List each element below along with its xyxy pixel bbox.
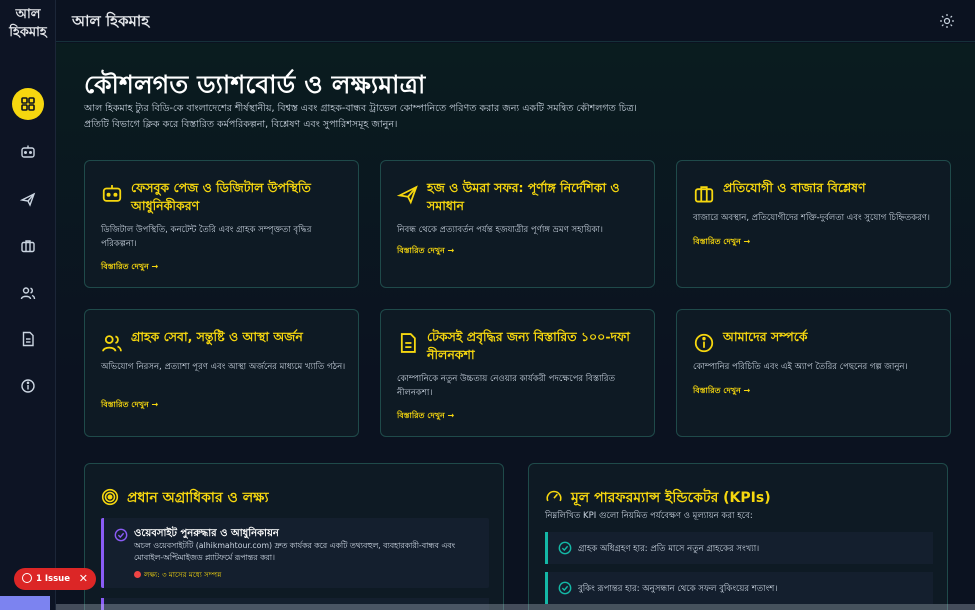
card-title: আমাদের সম্পর্কে	[723, 329, 808, 344]
sidebar: আল হিকমাহ	[0, 0, 56, 610]
details-link[interactable]: বিস্তারিত দেখুন →	[101, 399, 158, 412]
kpi-text: গ্রাহক অধিগ্রহণ হার: প্রতি মাসে নতুন গ্র…	[578, 544, 760, 554]
users-icon	[20, 287, 36, 300]
kpi-item: গ্রাহক অধিগ্রহণ হার: প্রতি মাসে নতুন গ্র…	[545, 532, 933, 564]
card-facebook[interactable]: ফেসবুক পেজ ও ডিজিটাল উপস্থিতি আধুনিকীকরণ…	[84, 160, 359, 288]
alert-icon	[22, 573, 32, 583]
card-description: ডিজিটাল উপস্থিতি, কনটেন্ট তৈরি এবং গ্রাহ…	[101, 225, 312, 249]
card-title: ফেসবুক পেজ ও ডিজিটাল উপস্থিতি আধুনিকীকরণ	[131, 180, 311, 213]
sidebar-item-facebook[interactable]	[12, 136, 44, 168]
card-market[interactable]: প্রতিযোগী ও বাজার বিশ্লেষণ বাজারে অবস্থা…	[676, 160, 951, 288]
users-icon	[102, 335, 122, 352]
kpi-text: বুকিং রূপান্তর হার: অনুসন্ধান থেকে সফল ব…	[578, 584, 778, 594]
card-description: অভিযোগ নিরসন, প্রত্যাশা পূরণ এবং আস্থা অ…	[101, 362, 346, 372]
priority-goal-text: লক্ষ্য: ৩ মাসের মধ্যে সম্পন্ন	[144, 570, 222, 579]
brand-line-2: হিকমাহ	[9, 25, 47, 40]
chat-bot-icon	[21, 145, 35, 158]
info-icon	[21, 379, 35, 393]
dev-toolbar-strip	[0, 596, 50, 610]
gauge-icon	[546, 490, 562, 502]
app-title: আল হিকমাহ	[72, 12, 150, 30]
card-blueprint[interactable]: টেকসই প্রবৃদ্ধির জন্য বিস্তারিত ১০০-দফা …	[380, 309, 655, 437]
card-about[interactable]: আমাদের সম্পর্কে কোম্পানির পরিচিতি এবং এই…	[676, 309, 951, 437]
details-link[interactable]: বিস্তারিত দেখুন →	[693, 236, 750, 249]
card-description: কোম্পানির পরিচিতি এবং এই অ্যাপ তৈরির পেছ…	[693, 362, 908, 372]
card-title: প্রতিযোগী ও বাজার বিশ্লেষণ	[723, 180, 866, 195]
card-hajj[interactable]: হজ ও উমরা সফর: পূর্ণাঙ্গ নির্দেশিকা ও সম…	[380, 160, 655, 288]
priority-item-description: অচল ওয়েবসাইটটি (alhikmahtour.com) দ্রুত…	[134, 541, 455, 562]
priorities-title: প্রধান অগ্রাধিকার ও লক্ষ্য	[127, 490, 269, 506]
sidebar-item-about[interactable]	[12, 370, 44, 402]
sidebar-item-hajj[interactable]	[12, 183, 44, 215]
details-link[interactable]: বিস্তারিত দেখুন →	[101, 261, 158, 274]
card-title: হজ ও উমরা সফর: পূর্ণাঙ্গ নির্দেশিকা ও সম…	[427, 180, 620, 213]
issue-label: 1 Issue	[36, 574, 70, 584]
priority-item-goal: লক্ষ্য: ৩ মাসের মধ্যে সম্পন্ন	[134, 570, 221, 582]
sidebar-item-dashboard[interactable]	[12, 88, 44, 120]
target-dot-icon	[134, 571, 141, 578]
close-icon[interactable]: ✕	[79, 568, 88, 590]
sidebar-item-plan[interactable]	[12, 323, 44, 355]
info-icon	[694, 333, 714, 353]
kpi-item: বুকিং রূপান্তর হার: অনুসন্ধান থেকে সফল ব…	[545, 572, 933, 604]
brand-line-1: আল	[15, 7, 41, 22]
card-description: কোম্পানিকে নতুন উচ্চতায় নেওয়ার কার্যকর…	[397, 374, 615, 398]
details-link[interactable]: বিস্তারিত দেখুন →	[397, 410, 454, 423]
details-link[interactable]: বিস্তারিত দেখুন →	[693, 385, 750, 398]
main-content: কৌশলগত ড্যাশবোর্ড ও লক্ষ্যমাত্রা আল হিকম…	[56, 43, 975, 610]
kpi-panel: মূল পারফরম্যান্স ইন্ডিকেটর (KPIs) নিম্নল…	[528, 463, 948, 610]
check-circle-icon	[558, 581, 572, 595]
card-description: নিবন্ধ থেকে প্রত্যাবর্তন পর্যন্ত হজযাত্র…	[397, 225, 603, 235]
bottom-scroll-edge	[56, 604, 975, 610]
plane-icon	[20, 192, 36, 207]
card-description: বাজারে অবস্থান, প্রতিযোগীদের শক্তি-দুর্ব…	[693, 213, 930, 223]
card-title: গ্রাহক সেবা, সন্তুষ্টি ও আস্থা অর্জন	[131, 329, 303, 344]
check-circle-icon	[114, 528, 128, 542]
card-title: টেকসই প্রবৃদ্ধির জন্য বিস্তারিত ১০০-দফা …	[427, 329, 630, 362]
briefcase-icon	[694, 186, 714, 203]
kpi-title: মূল পারফরম্যান্স ইন্ডিকেটর (KPIs)	[571, 490, 771, 506]
check-circle-icon	[558, 541, 572, 555]
priority-item: ওয়েবসাইট পুনরুদ্ধার ও আধুনিকায়ন অচল ওয…	[101, 518, 489, 588]
sidebar-item-market[interactable]	[12, 230, 44, 262]
details-link[interactable]: বিস্তারিত দেখুন →	[397, 245, 454, 258]
grid-icon	[21, 97, 35, 111]
top-bar: আল হিকমাহ	[56, 0, 975, 42]
priorities-panel: প্রধান অগ্রাধিকার ও লক্ষ্য ওয়েবসাইট পুন…	[84, 463, 504, 610]
issue-badge[interactable]: 1 Issue ✕	[14, 568, 96, 590]
target-icon	[101, 488, 119, 506]
document-icon	[22, 331, 34, 347]
briefcase-icon	[21, 240, 35, 253]
kpi-subtitle: নিম্নলিখিত KPI গুলো নিয়মিত পর্যবেক্ষণ ও…	[545, 511, 753, 521]
chat-bot-icon	[102, 185, 122, 202]
brand-logo[interactable]: আল হিকমাহ	[0, 6, 56, 42]
sun-icon[interactable]	[939, 13, 955, 29]
plane-icon	[397, 185, 418, 205]
card-customers[interactable]: গ্রাহক সেবা, সন্তুষ্টি ও আস্থা অর্জন অভি…	[84, 309, 359, 437]
sidebar-item-customers[interactable]	[12, 277, 44, 309]
document-icon	[400, 333, 416, 353]
page-description: আল হিকমাহ ট্যুর বিডি-কে বাংলাদেশের শীর্ষ…	[84, 103, 637, 130]
